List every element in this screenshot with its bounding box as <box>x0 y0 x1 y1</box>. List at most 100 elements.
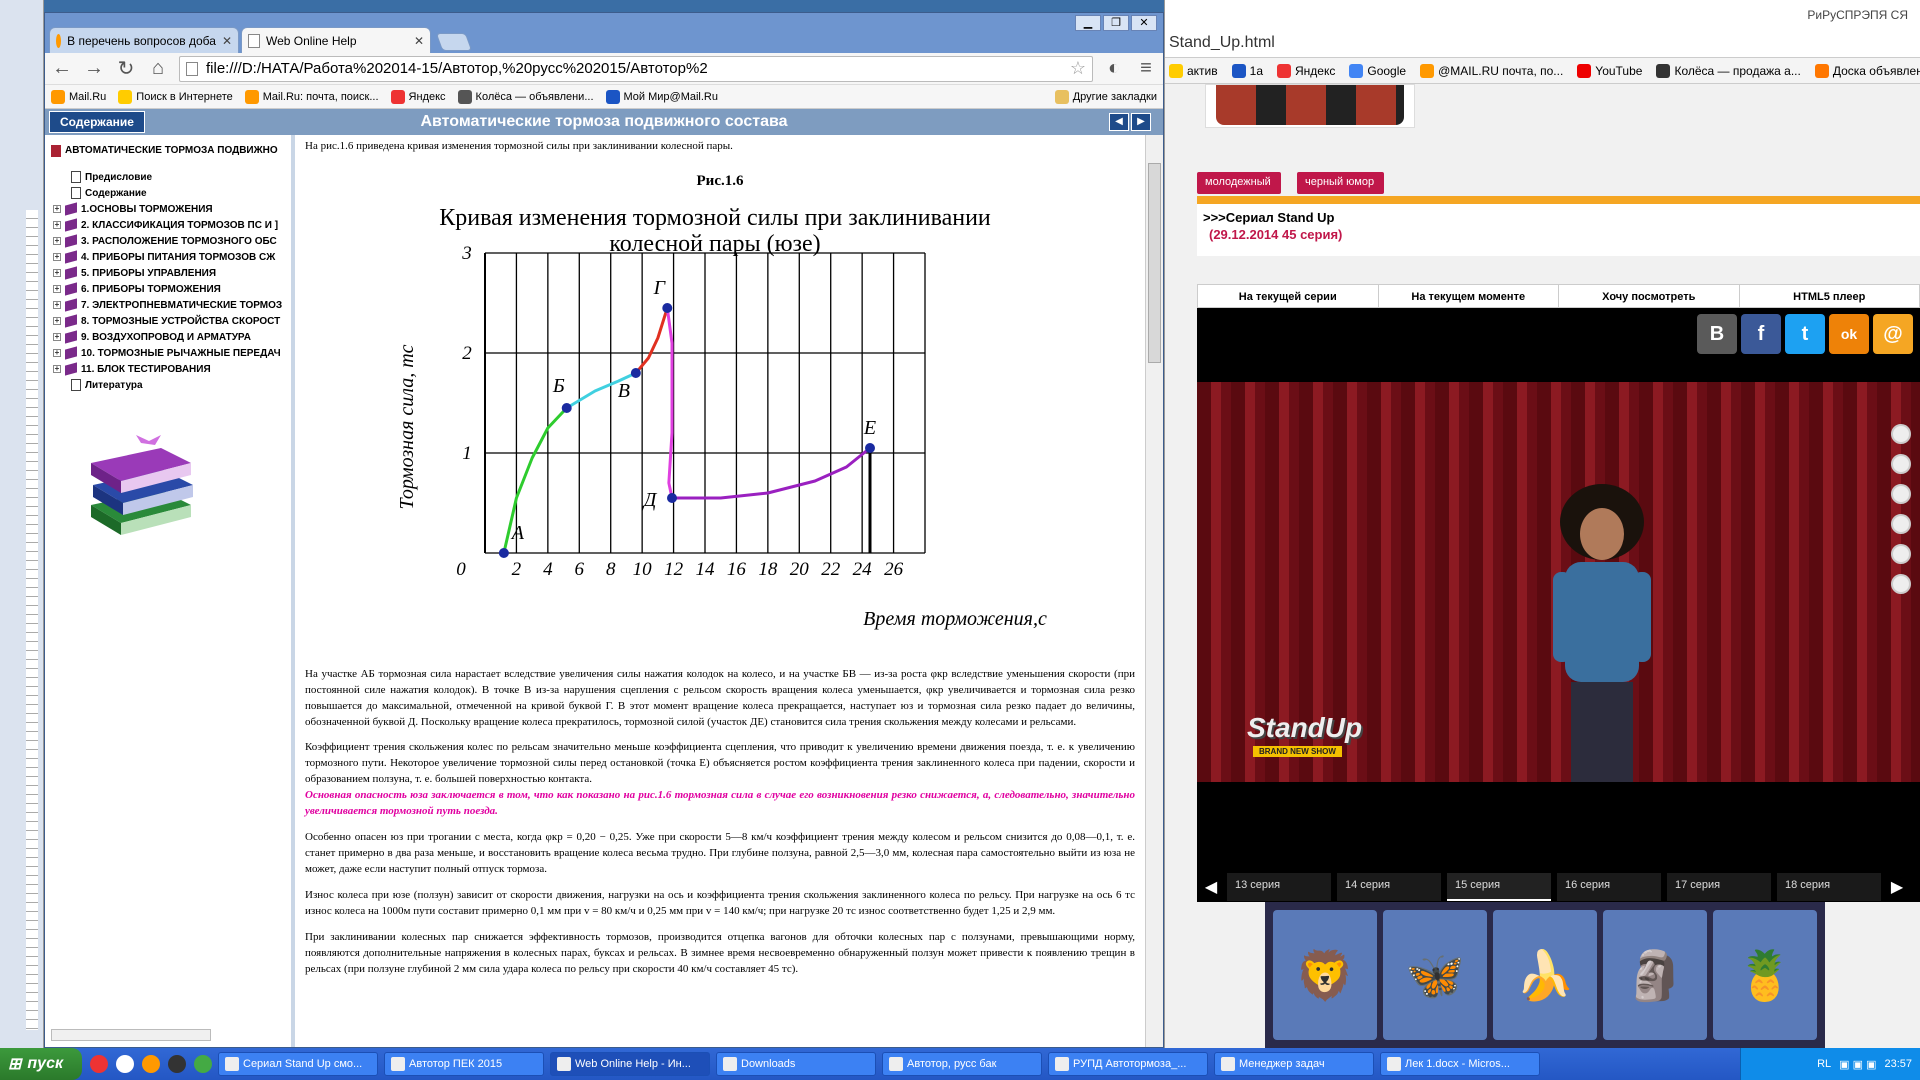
toc-item[interactable]: +11. БЛОК ТЕСТИРОВАНИЯ <box>53 361 291 377</box>
expand-icon[interactable]: + <box>53 301 61 309</box>
bookmark-star-icon[interactable]: ☆ <box>1070 58 1086 79</box>
player-control-dot[interactable] <box>1891 484 1911 504</box>
player-tab[interactable]: На текущем моменте <box>1379 285 1559 307</box>
expand-icon[interactable]: + <box>53 269 61 277</box>
player-control-dot[interactable] <box>1891 424 1911 444</box>
bookmark-item[interactable]: Mail.Ru: почта, поиск... <box>244 89 379 104</box>
toc-item[interactable]: +2. КЛАССИФИКАЦИЯ ТОРМОЗОВ ПС И ] <box>53 217 291 233</box>
episode-item[interactable]: 14 серия <box>1337 873 1441 901</box>
toc-item[interactable]: +9. ВОЗДУХОПРОВОД И АРМАТУРА <box>53 329 291 345</box>
vk-share-icon[interactable]: B <box>1697 314 1737 354</box>
expand-icon[interactable]: + <box>53 333 61 341</box>
player-control-dot[interactable] <box>1891 454 1911 474</box>
tag-button[interactable]: молодежный <box>1197 172 1281 194</box>
back-arrow-icon[interactable]: ← <box>51 57 73 80</box>
expand-icon[interactable]: + <box>53 317 61 325</box>
bookmark-item[interactable]: Мой Мир@Mail.Ru <box>605 89 718 104</box>
toc-item[interactable]: +7. ЭЛЕКТРОПНЕВМАТИЧЕСКИЕ ТОРМОЗ <box>53 297 291 313</box>
expand-icon[interactable]: + <box>53 205 61 213</box>
facebook-share-icon[interactable]: f <box>1741 314 1781 354</box>
bookmark-item[interactable]: актив <box>1169 63 1218 78</box>
background-browser-window[interactable]: РиРуСПРЭПЯ СЯ Stand_Up.html актив 1а Янд… <box>1164 0 1920 1048</box>
toc-item[interactable]: Предисловие <box>53 169 291 185</box>
video-player[interactable]: B f t ok @ StandUp BRAND NEW SHOW ◀ 13 с… <box>1197 308 1920 902</box>
taskbar-task[interactable]: РУПД Автотормоза_... <box>1048 1052 1208 1076</box>
article-vertical-scrollbar[interactable] <box>1145 135 1163 1047</box>
maximize-button[interactable]: ❐ <box>1103 15 1129 31</box>
bookmark-item[interactable]: Колёса — объявлени... <box>457 89 594 104</box>
expand-icon[interactable]: + <box>53 253 61 261</box>
toc-item[interactable]: +10. ТОРМОЗНЫЕ РЫЧАЖНЫЕ ПЕРЕДАЧ <box>53 345 291 361</box>
close-tab-icon[interactable]: ✕ <box>414 34 424 48</box>
toc-item[interactable]: +8. ТОРМОЗНЫЕ УСТРОЙСТВА СКОРОСТ <box>53 313 291 329</box>
toc-root[interactable]: АВТОМАТИЧЕСКИЕ ТОРМОЗА ПОДВИЖНО <box>45 135 291 157</box>
toc-horizontal-scrollbar[interactable] <box>51 1029 211 1041</box>
menu-icon[interactable]: ≡ <box>1135 57 1157 80</box>
taskbar-task[interactable]: Менеджер задач <box>1214 1052 1374 1076</box>
show-title[interactable]: >>>Сериал Stand Up <box>1197 204 1920 225</box>
prev-page-icon[interactable]: ◀ <box>1109 113 1129 131</box>
media-quicklaunch-icon[interactable] <box>142 1055 160 1073</box>
bookmark-item[interactable]: Google <box>1349 63 1406 78</box>
toc-item[interactable]: Литература <box>53 377 291 393</box>
player-tab[interactable]: Хочу посмотреть <box>1559 285 1740 307</box>
start-button[interactable]: ⊞ пуск <box>0 1048 82 1080</box>
word-quicklaunch-icon[interactable] <box>116 1055 134 1073</box>
home-icon[interactable]: ⌂ <box>147 57 169 80</box>
taskbar-task[interactable]: Лек 1.docx - Micros... <box>1380 1052 1540 1076</box>
address-bar[interactable]: file:///D:/НАТА/Работа%202014-15/Автотор… <box>179 55 1093 82</box>
player-tab[interactable]: HTML5 плеер <box>1740 285 1920 307</box>
expand-icon[interactable]: + <box>53 285 61 293</box>
bookmark-item[interactable]: Яндекс <box>390 89 446 104</box>
tag-button[interactable]: черный юмор <box>1297 172 1385 194</box>
bookmark-item[interactable]: 1а <box>1231 63 1263 78</box>
episode-item[interactable]: 18 серия <box>1777 873 1881 901</box>
player-control-dot[interactable] <box>1891 514 1911 534</box>
tab-questions[interactable]: В перечень вопросов доба ✕ <box>49 27 239 53</box>
episode-item[interactable]: 13 серия <box>1227 873 1331 901</box>
minimize-button[interactable]: ▁ <box>1075 15 1101 31</box>
next-arrow-icon[interactable]: ▶ <box>1887 877 1907 897</box>
taskbar-task[interactable]: Сериал Stand Up смо... <box>218 1052 378 1076</box>
toc-item[interactable]: Содержание <box>53 185 291 201</box>
toc-item[interactable]: +4. ПРИБОРЫ ПИТАНИЯ ТОРМОЗОВ СЖ <box>53 249 291 265</box>
bookmark-item[interactable]: Колёса — продажа а... <box>1656 63 1801 78</box>
prev-arrow-icon[interactable]: ◀ <box>1201 877 1221 897</box>
chrome-quicklaunch-icon[interactable] <box>194 1055 212 1073</box>
toc-item[interactable]: +5. ПРИБОРЫ УПРАВЛЕНИЯ <box>53 265 291 281</box>
expand-icon[interactable]: + <box>53 365 61 373</box>
contents-button[interactable]: Содержание <box>49 111 145 133</box>
scroll-thumb[interactable] <box>1148 163 1161 363</box>
extension-icon[interactable]: ◐ <box>1103 57 1125 80</box>
episode-item[interactable]: 17 серия <box>1667 873 1771 901</box>
close-tab-icon[interactable]: ✕ <box>222 34 232 48</box>
next-page-icon[interactable]: ▶ <box>1131 113 1151 131</box>
bookmark-item[interactable]: Доска объявлений Ol... <box>1814 63 1920 78</box>
bookmark-item[interactable]: Поиск в Интернете <box>118 89 233 104</box>
taskbar-task[interactable]: Downloads <box>716 1052 876 1076</box>
episode-item[interactable]: 16 серия <box>1557 873 1661 901</box>
chrome-quicklaunch-icon[interactable] <box>90 1055 108 1073</box>
episode-item-current[interactable]: 15 серия <box>1447 873 1551 901</box>
odnoklassniki-share-icon[interactable]: ok <box>1829 314 1869 354</box>
expand-icon[interactable]: + <box>53 221 61 229</box>
bookmark-item[interactable]: YouTube <box>1577 63 1642 78</box>
taskbar-task[interactable]: Автотор, русс бак <box>882 1052 1042 1076</box>
tab-web-online-help[interactable]: Web Online Help ✕ <box>241 27 431 53</box>
player-control-dot[interactable] <box>1891 574 1911 594</box>
expand-icon[interactable]: + <box>53 349 61 357</box>
slot-machine-ad[interactable]: 🦁 🦋 🍌 🗿 🍍 <box>1265 902 1825 1048</box>
new-tab-button[interactable] <box>435 33 473 51</box>
mail-share-icon[interactable]: @ <box>1873 314 1913 354</box>
bookmark-item[interactable]: Яндекс <box>1277 63 1335 78</box>
expand-icon[interactable]: + <box>53 237 61 245</box>
background-url-bar[interactable]: Stand_Up.html <box>1165 30 1920 58</box>
other-bookmarks[interactable]: Другие закладки <box>1054 89 1157 104</box>
forward-arrow-icon[interactable]: → <box>83 57 105 80</box>
taskbar-task[interactable]: Web Online Help - Ин... <box>550 1052 710 1076</box>
reload-icon[interactable]: ↻ <box>115 56 137 81</box>
player-tab[interactable]: На текущей серии <box>1198 285 1379 307</box>
player-control-dot[interactable] <box>1891 544 1911 564</box>
toc-item[interactable]: +6. ПРИБОРЫ ТОРМОЖЕНИЯ <box>53 281 291 297</box>
bookmark-item[interactable]: Mail.Ru <box>51 89 106 104</box>
